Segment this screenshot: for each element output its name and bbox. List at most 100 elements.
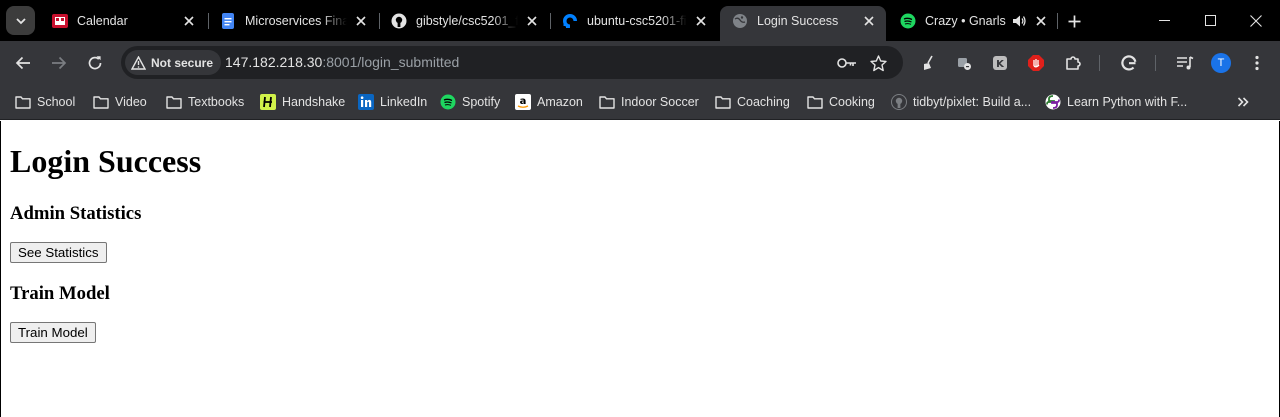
bookmark-label: Indoor Soccer <box>621 95 699 109</box>
bookmark-learn-python[interactable]: Learn Python with F... <box>1045 91 1187 113</box>
back-button[interactable] <box>8 48 38 78</box>
bookmark-label: LinkedIn <box>380 95 428 109</box>
bookmark-indoor-soccer[interactable]: Indoor Soccer <box>599 91 699 113</box>
folder-icon <box>166 94 182 110</box>
bookmark-label: School <box>37 95 76 109</box>
bookmark-school[interactable]: School <box>15 91 75 113</box>
bookmark-label: Video <box>115 95 147 109</box>
url-host: 147.182.218.30 <box>225 54 323 70</box>
bookmark-video[interactable]: Video <box>93 91 147 113</box>
kebab-menu-icon[interactable] <box>1246 52 1268 74</box>
close-icon[interactable] <box>861 13 877 29</box>
digitalocean-favicon <box>562 13 578 29</box>
new-tab-button[interactable] <box>1063 10 1085 32</box>
arrow-left-icon <box>15 56 30 70</box>
maximize-button[interactable] <box>1187 0 1233 41</box>
tab-title: Login Success <box>757 13 839 28</box>
svg-text:K: K <box>996 59 1005 70</box>
kami-extension-icon[interactable]: K <box>989 52 1011 74</box>
address-bar[interactable]: Not secure 147.182.218.30:8001/login_sub… <box>121 46 903 79</box>
handshake-icon <box>260 94 276 110</box>
profile-avatar[interactable]: T <box>1211 53 1231 73</box>
tab-spotify[interactable]: Crazy • Gnarls <box>888 6 1058 35</box>
window-close-button[interactable] <box>1233 0 1279 41</box>
broom-extension-icon[interactable] <box>918 52 940 74</box>
warning-icon <box>131 55 146 70</box>
spotify-favicon <box>900 13 916 29</box>
media-controls-icon[interactable] <box>1174 52 1196 74</box>
more-bookmarks-button[interactable] <box>1232 91 1254 113</box>
reload-button[interactable] <box>80 48 110 78</box>
tab-title: Microservices Final <box>245 13 347 28</box>
url-text[interactable]: 147.182.218.30:8001/login_submitted <box>225 54 459 70</box>
close-icon[interactable] <box>524 13 540 29</box>
tab-title: gibstyle/csc5201_fi <box>416 13 518 28</box>
bookmark-label: Learn Python with F... <box>1067 95 1188 109</box>
close-icon[interactable] <box>693 13 709 29</box>
page-content: Login Success Admin Statistics See Stati… <box>0 121 1280 417</box>
maximize-icon <box>1204 15 1216 26</box>
github-favicon <box>391 13 407 29</box>
security-label: Not secure <box>151 55 214 70</box>
tab-login-success[interactable]: Login Success <box>720 6 886 41</box>
browser-toolbar: Not secure 147.182.218.30:8001/login_sub… <box>0 41 1280 84</box>
admin-statistics-heading: Admin Statistics <box>10 203 142 224</box>
docs-favicon <box>220 12 236 29</box>
bookmark-label: Spotify <box>462 95 501 109</box>
adblock-extension-icon[interactable] <box>1025 52 1047 74</box>
site-info-chip[interactable]: Not secure <box>125 50 222 75</box>
bookmark-tidbyt-pixlet[interactable]: tidbyt/pixlet: Build a... <box>891 91 1031 113</box>
arrow-right-icon <box>52 56 67 70</box>
puzzle-extensions-icon[interactable] <box>1062 52 1084 74</box>
speaker-icon[interactable] <box>1011 13 1027 29</box>
tab-manager-extension-icon[interactable] <box>953 52 975 74</box>
tab-title: Calendar <box>77 13 128 28</box>
globe-favicon <box>732 13 748 29</box>
url-path: :8001/login_submitted <box>322 54 460 70</box>
page-title: Login Success <box>10 143 202 179</box>
tab-search-button[interactable] <box>6 6 35 35</box>
folder-icon <box>599 94 615 110</box>
forward-button[interactable] <box>44 48 74 78</box>
bookmark-handshake[interactable]: Handshake <box>260 91 345 113</box>
plus-icon <box>1068 15 1080 27</box>
github-icon <box>891 94 907 110</box>
google-icon[interactable] <box>1118 52 1140 74</box>
close-icon[interactable] <box>1033 13 1049 29</box>
folder-icon <box>715 94 731 110</box>
amazon-icon: a <box>515 94 531 110</box>
bookmark-label: Textbooks <box>188 95 245 109</box>
train-model-heading: Train Model <box>10 283 110 304</box>
see-statistics-button[interactable]: See Statistics <box>10 242 107 263</box>
chevron-down-icon <box>15 17 26 24</box>
bookmark-textbooks[interactable]: Textbooks <box>166 91 244 113</box>
password-key-icon[interactable] <box>836 52 858 74</box>
bookmark-label: Coaching <box>737 95 790 109</box>
bookmark-linkedin[interactable]: LinkedIn <box>358 91 427 113</box>
svg-text:a: a <box>520 96 527 107</box>
close-icon[interactable] <box>181 13 197 29</box>
calendar-favicon <box>52 13 68 29</box>
minimize-button[interactable] <box>1141 0 1187 41</box>
tab-digitalocean[interactable]: ubuntu-csc5201-fi <box>550 6 718 35</box>
close-icon[interactable] <box>353 13 369 29</box>
bookmark-cooking[interactable]: Cooking <box>807 91 875 113</box>
star-icon[interactable] <box>867 52 889 74</box>
bookmark-amazon[interactable]: a Amazon <box>515 91 583 113</box>
double-chevron-right-icon <box>1237 97 1249 107</box>
bookmark-spotify[interactable]: Spotify <box>440 91 500 113</box>
python-icon <box>1045 94 1061 110</box>
close-icon <box>1250 14 1262 27</box>
folder-icon <box>15 94 31 110</box>
bookmarks-bar: School Video Textbooks Handshake LinkedI… <box>0 84 1280 120</box>
tab-microservices[interactable]: Microservices Final <box>208 6 378 35</box>
train-model-button[interactable]: Train Model <box>10 322 96 343</box>
bookmark-label: Amazon <box>537 95 583 109</box>
folder-icon <box>807 94 823 110</box>
bookmark-label: Handshake <box>282 95 346 109</box>
tab-divider <box>1057 13 1058 29</box>
folder-icon <box>93 94 109 110</box>
tab-calendar[interactable]: Calendar <box>40 6 206 35</box>
tab-github[interactable]: gibstyle/csc5201_fi <box>379 6 549 35</box>
bookmark-coaching[interactable]: Coaching <box>715 91 790 113</box>
